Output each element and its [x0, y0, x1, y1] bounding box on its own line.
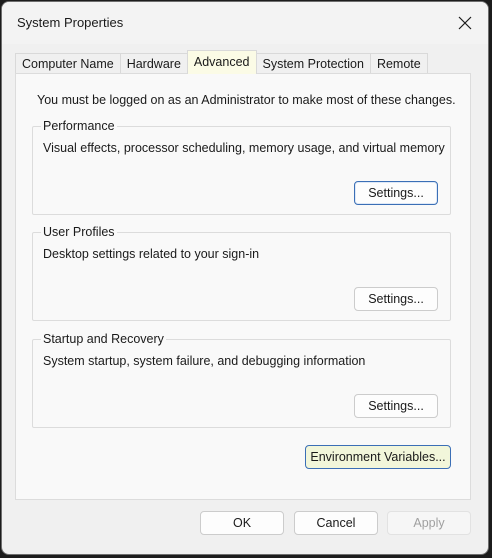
user-profiles-group: User Profiles Desktop settings related t…	[32, 225, 451, 321]
performance-settings-button[interactable]: Settings...	[354, 181, 438, 205]
environment-variables-button[interactable]: Environment Variables...	[305, 445, 451, 469]
cancel-button[interactable]: Cancel	[294, 511, 378, 535]
window-title: System Properties	[17, 15, 124, 30]
startup-recovery-legend: Startup and Recovery	[41, 332, 166, 346]
admin-notice: You must be logged on as an Administrato…	[37, 93, 456, 107]
tab-remote[interactable]: Remote	[369, 53, 428, 74]
ok-button[interactable]: OK	[200, 511, 284, 535]
close-button[interactable]	[442, 2, 488, 44]
close-icon	[458, 16, 472, 30]
performance-group: Performance Visual effects, processor sc…	[32, 119, 451, 215]
user-profiles-legend: User Profiles	[41, 225, 117, 239]
user-profiles-settings-button[interactable]: Settings...	[354, 287, 438, 311]
tab-system-protection[interactable]: System Protection	[255, 53, 371, 74]
performance-legend: Performance	[41, 119, 117, 133]
performance-description: Visual effects, processor scheduling, me…	[43, 141, 445, 155]
system-properties-window: System Properties Computer Name Hardware…	[1, 1, 489, 555]
tab-computer-name[interactable]: Computer Name	[15, 53, 121, 74]
startup-recovery-group: Startup and Recovery System startup, sys…	[32, 332, 451, 428]
tab-hardware[interactable]: Hardware	[119, 53, 188, 74]
startup-recovery-description: System startup, system failure, and debu…	[43, 354, 366, 368]
title-bar: System Properties	[2, 2, 488, 44]
tab-strip: Computer Name Hardware Advanced System P…	[15, 50, 428, 74]
tab-advanced[interactable]: Advanced	[186, 50, 257, 74]
advanced-tab-panel: You must be logged on as an Administrato…	[15, 73, 471, 500]
apply-button[interactable]: Apply	[387, 511, 471, 535]
user-profiles-description: Desktop settings related to your sign-in	[43, 247, 260, 261]
startup-recovery-settings-button[interactable]: Settings...	[354, 394, 438, 418]
